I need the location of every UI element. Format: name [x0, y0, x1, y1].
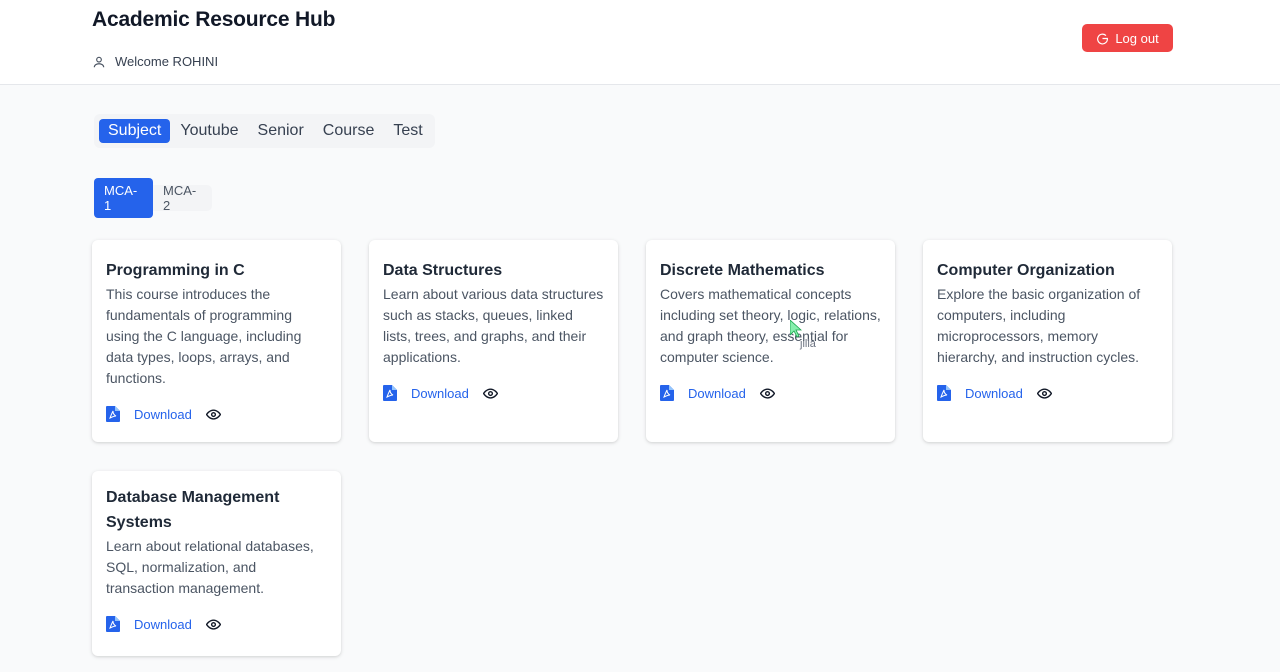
pdf-file-icon: [106, 616, 120, 632]
eye-icon[interactable]: [1036, 386, 1052, 401]
pdf-file-icon: [937, 385, 951, 401]
logout-button[interactable]: Log out: [1082, 24, 1173, 52]
welcome-text: Welcome ROHINI: [115, 54, 219, 69]
card-title: Discrete Mathematics: [660, 262, 825, 279]
logout-icon: [1097, 33, 1109, 44]
download-link[interactable]: Download: [411, 386, 469, 401]
tab-youtube[interactable]: Youtube: [171, 119, 247, 143]
pdf-file-icon: [660, 385, 674, 401]
card-actions: Download: [106, 616, 327, 632]
app-title: Academic Resource Hub: [92, 8, 336, 31]
download-link[interactable]: Download: [965, 386, 1023, 401]
subject-card: Computer Organization Explore the basic …: [923, 240, 1172, 442]
download-link[interactable]: Download: [134, 407, 192, 422]
cursor-label: jilla: [800, 338, 816, 350]
card-actions: Download: [106, 406, 327, 422]
header: Academic Resource Hub Welcome ROHINI Log…: [0, 0, 1280, 85]
card-title: Database Management Systems: [106, 489, 280, 531]
card-description: Explore the basic organization of comput…: [937, 286, 1141, 365]
card-description: This course introduces the fundamentals …: [106, 286, 302, 386]
user-icon: [93, 56, 105, 67]
tab-subject[interactable]: Subject: [99, 119, 171, 143]
mouse-cursor-icon: [790, 320, 802, 338]
tab-senior[interactable]: Senior: [249, 119, 313, 143]
eye-icon[interactable]: [205, 407, 221, 422]
eye-icon[interactable]: [205, 617, 221, 632]
download-link[interactable]: Download: [134, 617, 192, 632]
semester-tabs: MCA-1 MCA-2: [94, 178, 212, 218]
pdf-file-icon: [106, 406, 120, 422]
logout-label: Log out: [1115, 30, 1159, 46]
tab-test[interactable]: Test: [384, 119, 431, 143]
card-title: Programming in C: [106, 262, 245, 279]
card-description: Learn about relational databases, SQL, n…: [106, 538, 314, 596]
subject-card: Data Structures Learn about various data…: [369, 240, 618, 442]
card-title: Data Structures: [383, 262, 503, 279]
subject-card: Programming in C This course introduces …: [92, 240, 341, 442]
card-title: Computer Organization: [937, 262, 1115, 279]
eye-icon[interactable]: [482, 386, 498, 401]
tab-course[interactable]: Course: [314, 119, 384, 143]
subtab-mca-1[interactable]: MCA-1: [94, 178, 153, 218]
subtab-mca-2[interactable]: MCA-2: [153, 178, 212, 218]
card-actions: Download: [660, 385, 881, 401]
pdf-file-icon: [383, 385, 397, 401]
eye-icon[interactable]: [759, 386, 775, 401]
card-actions: Download: [383, 385, 604, 401]
card-description: Covers mathematical concepts including s…: [660, 286, 881, 365]
card-description: Learn about various data structures such…: [383, 286, 604, 365]
subject-card: Discrete Mathematics Covers mathematical…: [646, 240, 895, 442]
main-tabs: Subject Youtube Senior Course Test: [94, 114, 435, 148]
download-link[interactable]: Download: [688, 386, 746, 401]
welcome-message: Welcome ROHINI: [92, 54, 218, 69]
subject-card: Database Management Systems Learn about …: [92, 471, 341, 656]
card-actions: Download: [937, 385, 1158, 401]
